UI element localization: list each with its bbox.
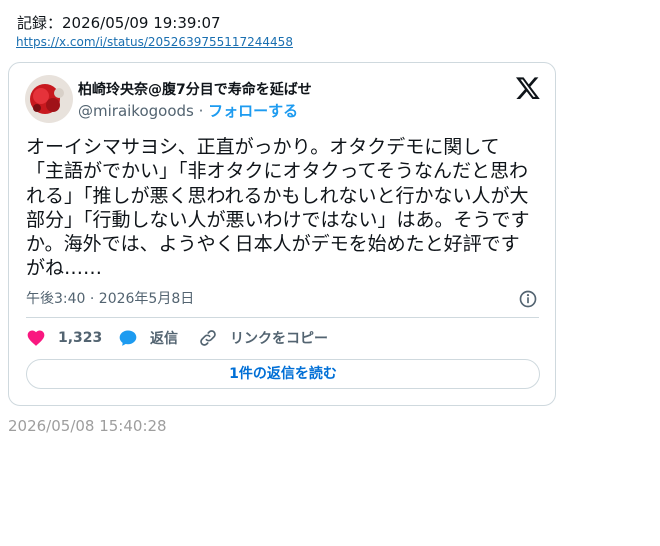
- link-icon: [200, 330, 216, 346]
- copy-link-button[interactable]: リンクをコピー: [198, 328, 328, 348]
- record-timestamp: 記録：2026/05/09 19:39:07: [17, 14, 221, 32]
- handle-separator: ·: [193, 102, 209, 120]
- like-count: 1,323: [58, 330, 103, 346]
- info-icon[interactable]: [518, 289, 538, 309]
- author-handle-row: @miraikogoods · フォローする: [78, 100, 298, 121]
- follow-button[interactable]: フォローする: [208, 102, 298, 120]
- like-button[interactable]: 1,323: [26, 328, 102, 348]
- author-handle[interactable]: @miraikogoods: [78, 102, 194, 120]
- copy-link-label: リンクをコピー: [230, 331, 328, 347]
- read-replies-button[interactable]: 1件の返信を読む: [26, 359, 540, 389]
- tweet-text: オーイシマサヨシ、正直がっかり。オタクデモに関して「主語がでかい」「非オタクにオ…: [26, 136, 530, 280]
- author-avatar[interactable]: [25, 75, 73, 123]
- tweet-timestamp[interactable]: 午後3:40 · 2026年5月8日: [26, 288, 194, 308]
- reply-label: 返信: [150, 331, 178, 347]
- x-logo-icon[interactable]: [515, 75, 541, 101]
- embedded-tweet-card: 柏崎玲央奈@腹7分目で寿命を延ばせ @miraikogoods · フォローする…: [8, 62, 556, 406]
- tweet-divider: [26, 317, 539, 318]
- source-url-link[interactable]: https://x.com/i/status/20526397551172444…: [16, 35, 293, 49]
- author-display-name[interactable]: 柏崎玲央奈@腹7分目で寿命を延ばせ: [78, 79, 312, 99]
- tweet-actions: 1,323 返信 リンクをコピー: [26, 328, 546, 348]
- heart-icon: [27, 330, 45, 346]
- reply-button[interactable]: 返信: [118, 328, 178, 348]
- saved-timestamp: 2026/05/08 15:40:28: [8, 417, 167, 435]
- speech-bubble-icon: [119, 330, 137, 346]
